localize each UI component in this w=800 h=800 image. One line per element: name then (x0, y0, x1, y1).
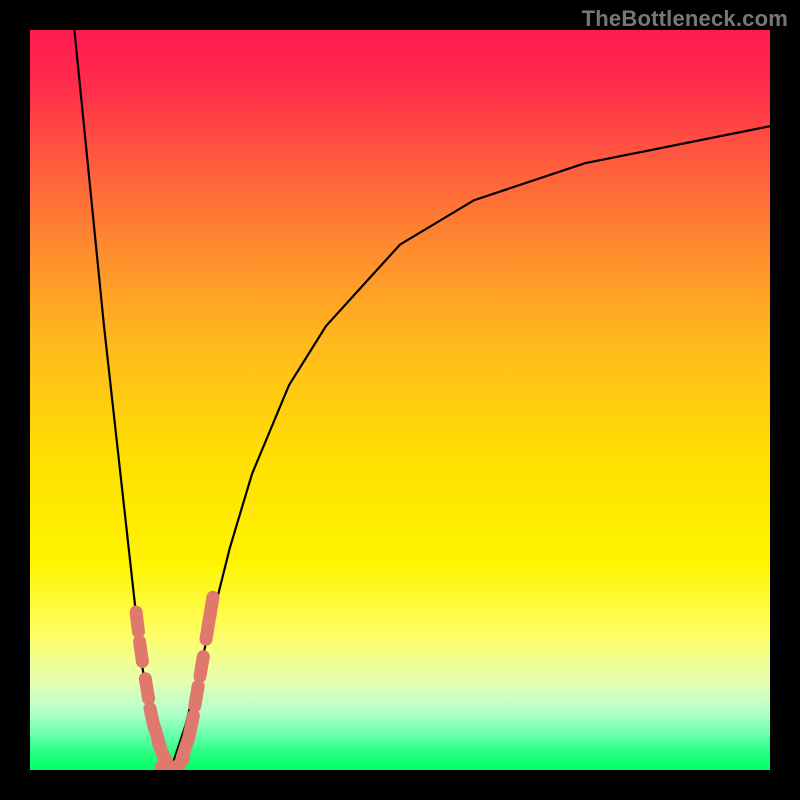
data-marker (136, 612, 138, 632)
chart-svg (30, 30, 770, 770)
data-marker (189, 716, 193, 736)
marker-group (136, 597, 213, 770)
data-marker (195, 686, 198, 706)
plot-area (30, 30, 770, 770)
data-marker (210, 597, 213, 617)
curve-right-branch (171, 126, 770, 770)
data-marker (145, 679, 148, 699)
data-marker (200, 657, 203, 677)
data-marker (140, 642, 143, 662)
curve-left-branch (74, 30, 170, 770)
watermark-text: TheBottleneck.com (582, 6, 788, 32)
chart-frame: TheBottleneck.com (0, 0, 800, 800)
